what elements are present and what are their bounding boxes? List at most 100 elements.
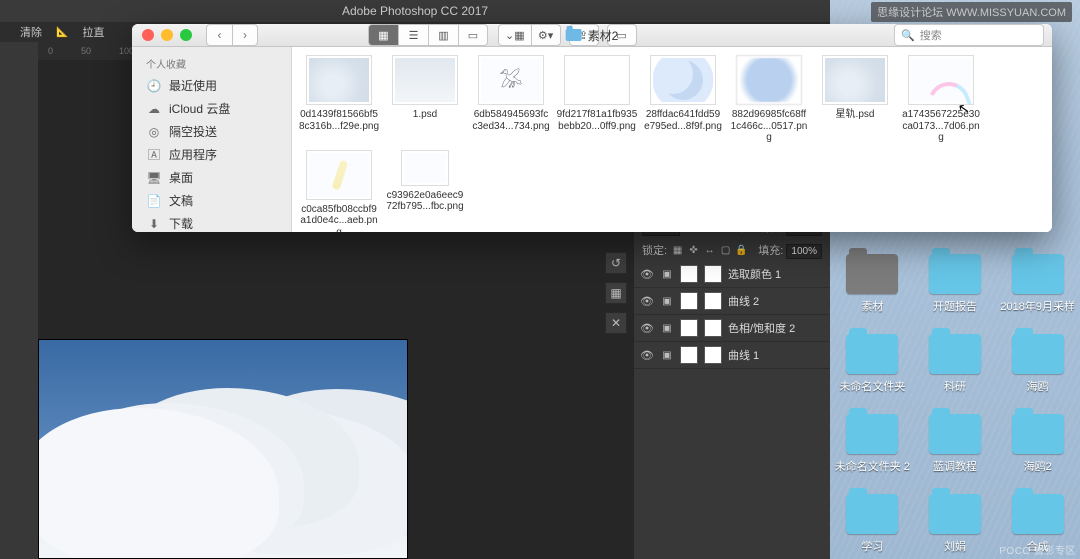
- visibility-icon[interactable]: 👁: [640, 268, 654, 281]
- desktop-folder[interactable]: 开题报告: [917, 254, 994, 314]
- sidebar-item[interactable]: 🄰应用程序: [132, 143, 291, 166]
- file-item[interactable]: 0d1439f81566bf58c316b...f29e.png: [298, 55, 380, 144]
- sidebar-item[interactable]: 📄文稿: [132, 189, 291, 212]
- close-icon[interactable]: ✕: [605, 312, 627, 334]
- visibility-icon[interactable]: 👁: [640, 322, 654, 335]
- file-thumbnail[interactable]: [822, 55, 888, 105]
- file-thumbnail[interactable]: [306, 150, 372, 200]
- desktop-folder[interactable]: 未命名文件夹: [834, 334, 911, 394]
- layer-mask[interactable]: [704, 346, 722, 364]
- file-item[interactable]: a1743567225e30ca0173...7d06.png: [900, 55, 982, 144]
- desktop-folder[interactable]: 蓝调教程: [917, 414, 994, 474]
- arrange-button[interactable]: ⌄▦: [498, 24, 531, 46]
- sidebar-item[interactable]: ☁iCloud 云盘: [132, 97, 291, 120]
- lock-pixels-icon[interactable]: ▦: [671, 244, 684, 257]
- sidebar-item[interactable]: 🕘最近使用: [132, 74, 291, 97]
- desktop-folder[interactable]: 2018年9月采样: [999, 254, 1076, 314]
- file-thumbnail[interactable]: [564, 55, 630, 105]
- link-icon[interactable]: ▣: [660, 269, 674, 280]
- folder-icon: [846, 334, 898, 374]
- desktop-folder[interactable]: 学习: [834, 494, 911, 554]
- layer-thumb[interactable]: [680, 319, 698, 337]
- layer-thumb[interactable]: [680, 346, 698, 364]
- file-thumbnail[interactable]: [736, 55, 802, 105]
- photoshop-toolbar[interactable]: [0, 42, 38, 559]
- visibility-icon[interactable]: 👁: [640, 349, 654, 362]
- layer-mask[interactable]: [704, 319, 722, 337]
- panel-dock-icons[interactable]: ↺ ▦ ✕: [598, 252, 634, 334]
- layer-item[interactable]: 👁 ▣ 曲线 1: [634, 342, 830, 369]
- visibility-icon[interactable]: 👁: [640, 295, 654, 308]
- action-button[interactable]: ⚙▾: [531, 24, 561, 46]
- airdrop-icon: ◎: [146, 125, 162, 139]
- fill-value[interactable]: 100%: [786, 244, 822, 259]
- lock-artboard-icon[interactable]: ▢: [719, 244, 732, 257]
- file-thumbnail[interactable]: [401, 150, 449, 186]
- finder-sidebar[interactable]: 个人收藏 🕘最近使用☁iCloud 云盘◎隔空投送🄰应用程序🖥桌面📄文稿⬇下载 …: [132, 47, 292, 232]
- file-item[interactable]: 28ffdac641fdd59e795ed...8f9f.png: [642, 55, 724, 144]
- file-item[interactable]: c93962e0a6eec972fb795...fbc.png: [384, 150, 466, 233]
- desktop-folder[interactable]: 素材: [834, 254, 911, 314]
- lock-position-icon[interactable]: ✜: [687, 244, 700, 257]
- minimize-button[interactable]: [161, 29, 173, 41]
- sidebar-item[interactable]: 🖥桌面: [132, 166, 291, 189]
- file-thumbnail[interactable]: [306, 55, 372, 105]
- swatch-icon[interactable]: ▦: [605, 282, 627, 304]
- file-label: 882d96985fc68ff1c466c...0517.png: [728, 109, 810, 144]
- desktop-folder[interactable]: 未命名文件夹 2: [834, 414, 911, 474]
- layer-mask[interactable]: [704, 265, 722, 283]
- lock-all-icon[interactable]: 🔒: [735, 244, 748, 257]
- view-gallery-button[interactable]: ▭: [458, 24, 488, 46]
- file-item[interactable]: 1.psd: [384, 55, 466, 144]
- window-controls[interactable]: [132, 29, 192, 41]
- file-item[interactable]: 9fd217f81a1fb935bebb20...0ff9.png: [556, 55, 638, 144]
- layer-item[interactable]: 👁 ▣ 曲线 2: [634, 288, 830, 315]
- file-item[interactable]: 6db584945693fcc3ed34...734.png: [470, 55, 552, 144]
- view-columns-button[interactable]: ▥: [428, 24, 458, 46]
- file-thumbnail[interactable]: [908, 55, 974, 105]
- layer-thumb[interactable]: [680, 292, 698, 310]
- folder-label: 开题报告: [933, 298, 977, 314]
- link-icon[interactable]: ▣: [660, 323, 674, 334]
- close-button[interactable]: [142, 29, 154, 41]
- view-icons-button[interactable]: ▦: [368, 24, 398, 46]
- file-thumbnail[interactable]: [478, 55, 544, 105]
- sidebar-item[interactable]: ◎隔空投送: [132, 120, 291, 143]
- file-label: 6db584945693fcc3ed34...734.png: [472, 109, 549, 132]
- search-field[interactable]: 🔍 搜索: [894, 24, 1044, 46]
- file-item[interactable]: 星轨.psd: [814, 55, 896, 144]
- option-clear[interactable]: 清除: [20, 24, 42, 40]
- layer-mask[interactable]: [704, 292, 722, 310]
- desktop-folder[interactable]: 海鸥2: [999, 414, 1076, 474]
- finder-content[interactable]: 0d1439f81566bf58c316b...f29e.png1.psd 6db…: [292, 47, 1052, 232]
- back-button[interactable]: ‹: [206, 24, 232, 46]
- layer-list[interactable]: 👁 ▣ 选取颜色 1 👁 ▣ 曲线 2 👁 ▣ 色相/饱和度 2: [634, 261, 830, 369]
- link-icon[interactable]: ▣: [660, 350, 674, 361]
- canvas[interactable]: [38, 339, 408, 559]
- layer-name[interactable]: 曲线 1: [728, 347, 824, 363]
- history-icon[interactable]: ↺: [605, 252, 627, 274]
- option-straighten[interactable]: 拉直: [82, 24, 104, 40]
- layer-name[interactable]: 选取颜色 1: [728, 266, 824, 282]
- layer-item[interactable]: 👁 ▣ 色相/饱和度 2: [634, 315, 830, 342]
- layer-name[interactable]: 色相/饱和度 2: [728, 320, 824, 336]
- sidebar-item-label: 桌面: [169, 169, 193, 186]
- file-thumbnail[interactable]: [650, 55, 716, 105]
- layer-thumb[interactable]: [680, 265, 698, 283]
- view-list-button[interactable]: ☰: [398, 24, 428, 46]
- file-item[interactable]: 882d96985fc68ff1c466c...0517.png: [728, 55, 810, 144]
- lock-move-icon[interactable]: ↔: [703, 244, 716, 257]
- file-thumbnail[interactable]: [392, 55, 458, 105]
- forward-button[interactable]: ›: [232, 24, 258, 46]
- sidebar-item[interactable]: ⬇下载: [132, 212, 291, 232]
- layer-item[interactable]: 👁 ▣ 选取颜色 1: [634, 261, 830, 288]
- desktop-folder[interactable]: 海鸥: [999, 334, 1076, 394]
- file-item[interactable]: c0ca85fb08ccbf9a1d0e4c...aeb.png: [298, 150, 380, 233]
- link-icon[interactable]: ▣: [660, 296, 674, 307]
- finder-titlebar[interactable]: ‹ › ▦ ☰ ▥ ▭ ⌄▦ ⚙▾ ⇪ ▭ 素材2 🔍 搜索: [132, 24, 1052, 47]
- desktop-folder[interactable]: 科研: [917, 334, 994, 394]
- layer-name[interactable]: 曲线 2: [728, 293, 824, 309]
- desktop-folder[interactable]: 刘娟: [917, 494, 994, 554]
- maximize-button[interactable]: [180, 29, 192, 41]
- finder-window[interactable]: ‹ › ▦ ☰ ▥ ▭ ⌄▦ ⚙▾ ⇪ ▭ 素材2 🔍 搜索 个人收藏 🕘最近使…: [132, 24, 1052, 232]
